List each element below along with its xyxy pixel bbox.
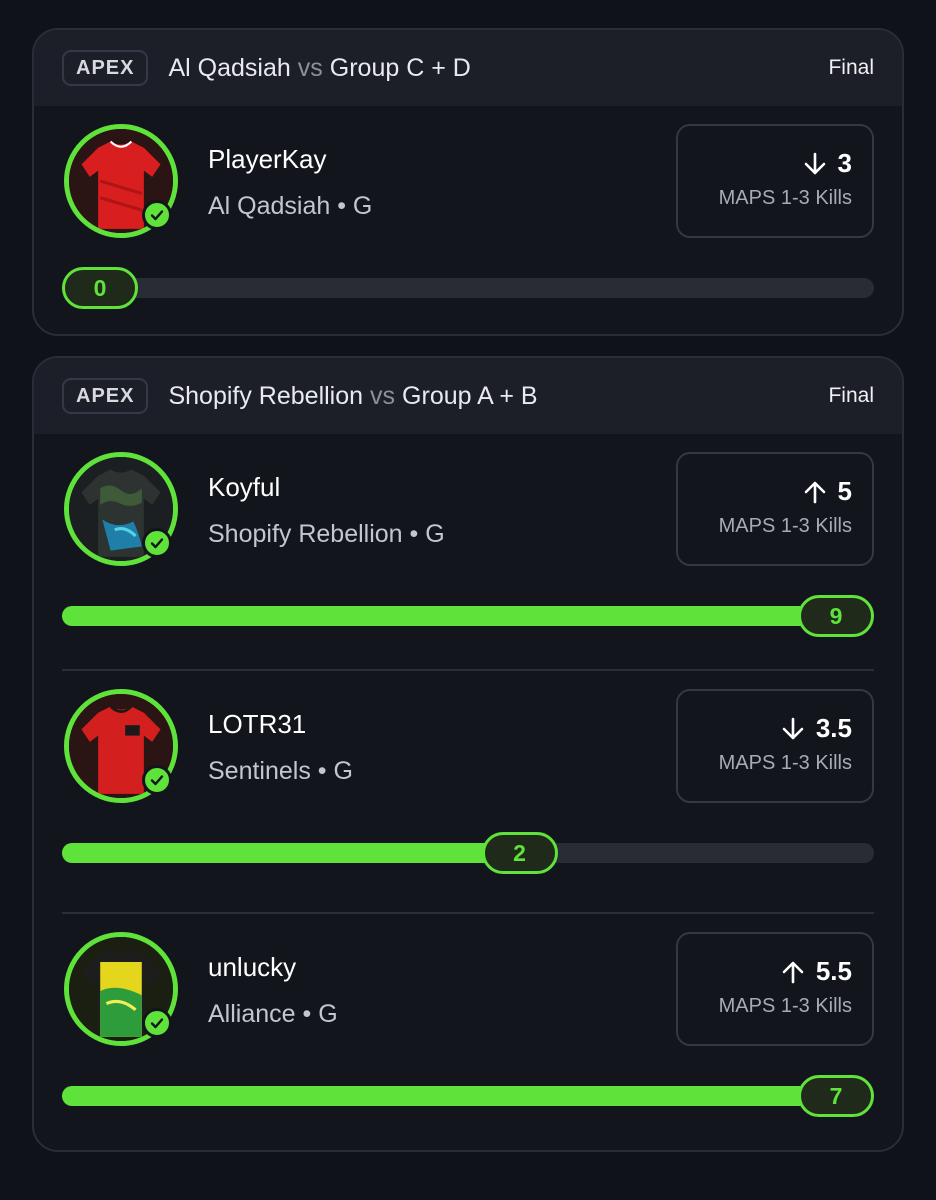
- projection-box[interactable]: 3 MAPS 1-3 Kills: [676, 124, 874, 238]
- progress-track: 0: [62, 267, 874, 309]
- player-name: PlayerKay: [208, 144, 327, 174]
- progress-track: 2: [62, 832, 874, 874]
- league-badge: APEX: [62, 378, 149, 414]
- stat-type: MAPS 1-3 Kills: [718, 187, 852, 209]
- arrow-down-icon: [782, 717, 804, 739]
- progress-track: 7: [62, 1075, 874, 1117]
- arrow-up-icon: [782, 961, 804, 983]
- verified-check-icon: [142, 1008, 172, 1038]
- card-header: APEX Al Qadsiah vs Group C + D Final: [34, 30, 902, 106]
- actual-value-pill: 0: [62, 267, 138, 309]
- arrow-down-icon: [804, 152, 825, 174]
- team-b: Group A + B: [402, 381, 538, 410]
- stat-type: MAPS 1-3 Kills: [718, 995, 852, 1017]
- game-status: Final: [828, 56, 874, 79]
- progress-fill: [62, 1086, 836, 1106]
- projection-line: 5.5: [678, 956, 852, 987]
- projection-value: 3.5: [815, 713, 852, 743]
- player-name: LOTR31: [208, 709, 307, 739]
- player-team: Sentinels • G: [208, 757, 353, 785]
- projection-value: 3: [837, 148, 852, 178]
- team-a: Al Qadsiah: [168, 53, 291, 82]
- projection-box[interactable]: 3.5 MAPS 1-3 Kills: [676, 689, 874, 803]
- player-team: Shopify Rebellion • G: [208, 520, 445, 548]
- game-card: APEX Al Qadsiah vs Group C + D Final Pla…: [32, 28, 904, 336]
- projection-line: 3.5: [678, 713, 852, 744]
- matchup: Shopify Rebellion vs Group A + B: [168, 382, 537, 411]
- projection-value: 5: [837, 476, 852, 506]
- team-b: Group C + D: [329, 53, 471, 82]
- progress-track: 9: [62, 595, 874, 637]
- player-name: Koyful: [208, 472, 281, 502]
- verified-check-icon: [142, 765, 172, 795]
- progress-fill: [62, 843, 520, 863]
- player-team: Al Qadsiah • G: [208, 192, 373, 220]
- card-header: APEX Shopify Rebellion vs Group A + B Fi…: [34, 358, 902, 434]
- vs-label: vs: [370, 381, 396, 410]
- vs-label: vs: [297, 53, 323, 82]
- game-status: Final: [828, 384, 874, 407]
- player-team: Alliance • G: [208, 1000, 338, 1028]
- projection-line: 5: [678, 476, 852, 507]
- player-row[interactable]: Koyful Shopify Rebellion • G 5 MAPS 1-3 …: [34, 434, 902, 671]
- league-badge: APEX: [62, 50, 149, 86]
- team-a: Shopify Rebellion: [168, 381, 364, 410]
- projection-line: 3: [678, 148, 852, 179]
- arrow-up-icon: [804, 481, 825, 503]
- game-card: APEX Shopify Rebellion vs Group A + B Fi…: [32, 356, 904, 1152]
- projection-box[interactable]: 5 MAPS 1-3 Kills: [676, 452, 874, 566]
- stat-type: MAPS 1-3 Kills: [718, 752, 852, 774]
- projection-box[interactable]: 5.5 MAPS 1-3 Kills: [676, 932, 874, 1046]
- progress-fill: [62, 606, 836, 626]
- matchup: Al Qadsiah vs Group C + D: [168, 54, 470, 83]
- actual-value-pill: 2: [481, 832, 558, 874]
- actual-value-pill: 7: [798, 1075, 874, 1117]
- player-row[interactable]: LOTR31 Sentinels • G 3.5 MAPS 1-3 Kills …: [34, 671, 902, 914]
- player-name: unlucky: [208, 952, 297, 982]
- stat-type: MAPS 1-3 Kills: [718, 515, 852, 537]
- player-row[interactable]: unlucky Alliance • G 5.5 MAPS 1-3 Kills …: [34, 914, 902, 1150]
- verified-check-icon: [142, 200, 172, 230]
- projection-value: 5.5: [815, 956, 852, 986]
- player-row[interactable]: PlayerKay Al Qadsiah • G 3 MAPS 1-3 Kill…: [34, 106, 902, 334]
- actual-value-pill: 9: [798, 595, 874, 637]
- verified-check-icon: [142, 528, 172, 558]
